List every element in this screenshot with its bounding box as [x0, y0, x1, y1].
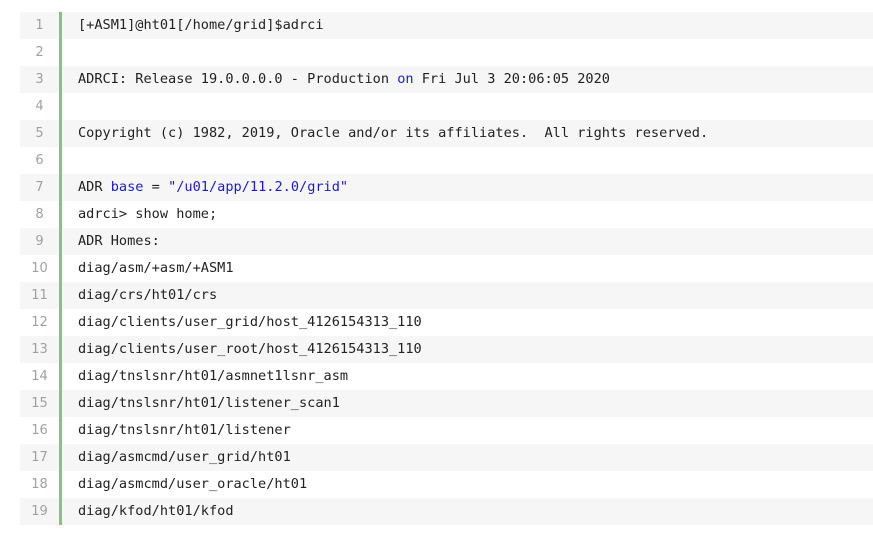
code-line: 2 — [20, 39, 873, 66]
code-line: 15 diag/tnslsnr/ht01/listener_scan1 — [20, 390, 873, 417]
code-line: 18 diag/asmcmd/user_oracle/ht01 — [20, 471, 873, 498]
line-number: 3 — [35, 72, 44, 87]
code-line: 9 ADR Homes: — [20, 228, 873, 255]
line-number: 8 — [35, 207, 44, 222]
code-line: 7 ADR base = "/u01/app/11.2.0/grid" — [20, 174, 873, 201]
line-number: 11 — [31, 288, 48, 303]
gutter-bar — [59, 147, 62, 174]
line-number: 13 — [31, 342, 48, 357]
line-number: 19 — [31, 504, 48, 519]
code-text: diag/clients/user_root/host_4126154313_1… — [78, 341, 422, 357]
line-number: 5 — [35, 126, 44, 141]
code-line: 4 — [20, 93, 873, 120]
code-text: Copyright (c) 1982, 2019, Oracle and/or … — [78, 125, 709, 141]
line-number: 9 — [35, 234, 44, 249]
code-text: adrci> show home; — [78, 206, 218, 222]
line-number: 7 — [35, 180, 44, 195]
code-text: diag/clients/user_grid/host_4126154313_1… — [78, 314, 422, 330]
code-text: ADRCI: Release 19.0.0.0.0 - Production o… — [62, 66, 610, 93]
line-number: 17 — [31, 450, 48, 465]
code-text: ADR base = "/u01/app/11.2.0/grid" — [62, 174, 348, 201]
line-number: 10 — [31, 261, 48, 276]
code-line: 8 adrci> show home; — [20, 201, 873, 228]
keyword-token: on — [397, 71, 414, 87]
code-line: 1 [+ASM1]@ht01[/home/grid]$adrci — [20, 12, 873, 39]
code-line: 12 diag/clients/user_grid/host_412615431… — [20, 309, 873, 336]
code-text: ADR Homes: — [78, 233, 160, 249]
code-line: 11 diag/crs/ht01/crs — [20, 282, 873, 309]
code-line: 13 diag/clients/user_root/host_412615431… — [20, 336, 873, 363]
code-text: diag/kfod/ht01/kfod — [78, 503, 234, 519]
code-text: diag/asm/+asm/+ASM1 — [78, 260, 234, 276]
line-number: 1 — [35, 18, 44, 33]
gutter-bar — [59, 93, 62, 120]
code-text: diag/tnslsnr/ht01/asmnet1lsnr_asm — [78, 368, 349, 384]
code-line: 17 diag/asmcmd/user_grid/ht01 — [20, 444, 873, 471]
line-number: 14 — [31, 369, 48, 384]
code-segment: = — [143, 179, 169, 195]
code-text: diag/asmcmd/user_oracle/ht01 — [78, 476, 308, 492]
gutter-bar — [59, 39, 62, 66]
line-number: 2 — [35, 45, 44, 60]
code-line: 6 — [20, 147, 873, 174]
code-segment: ADR — [78, 179, 111, 195]
code-line: 14 diag/tnslsnr/ht01/asmnet1lsnr_asm — [20, 363, 873, 390]
code-text: diag/asmcmd/user_grid/ht01 — [78, 449, 291, 465]
code-text: [+ASM1]@ht01[/home/grid]$adrci — [78, 17, 324, 33]
code-segment: ADRCI: Release 19.0.0.0.0 - Production — [78, 71, 398, 87]
code-line: 10 diag/asm/+asm/+ASM1 — [20, 255, 873, 282]
code-text: diag/tnslsnr/ht01/listener — [78, 422, 291, 438]
code-segment: Fri Jul 3 20:06:05 2020 — [413, 71, 610, 87]
line-number: 4 — [35, 99, 44, 114]
code-line: 16 diag/tnslsnr/ht01/listener — [20, 417, 873, 444]
code-line: 5 Copyright (c) 1982, 2019, Oracle and/o… — [20, 120, 873, 147]
line-number: 12 — [31, 315, 48, 330]
line-number: 15 — [31, 396, 48, 411]
keyword-token: base — [110, 179, 144, 195]
code-line: 3 ADRCI: Release 19.0.0.0.0 - Production… — [20, 66, 873, 93]
line-number: 18 — [31, 477, 48, 492]
code-text: diag/crs/ht01/crs — [78, 287, 218, 303]
code-line: 19 diag/kfod/ht01/kfod — [20, 498, 873, 525]
line-number: 16 — [31, 423, 48, 438]
line-number: 6 — [35, 153, 44, 168]
string-token: "/u01/app/11.2.0/grid" — [168, 179, 349, 195]
code-block: 1 [+ASM1]@ht01[/home/grid]$adrci 2 3 ADR… — [20, 12, 873, 525]
code-text: diag/tnslsnr/ht01/listener_scan1 — [78, 395, 340, 411]
